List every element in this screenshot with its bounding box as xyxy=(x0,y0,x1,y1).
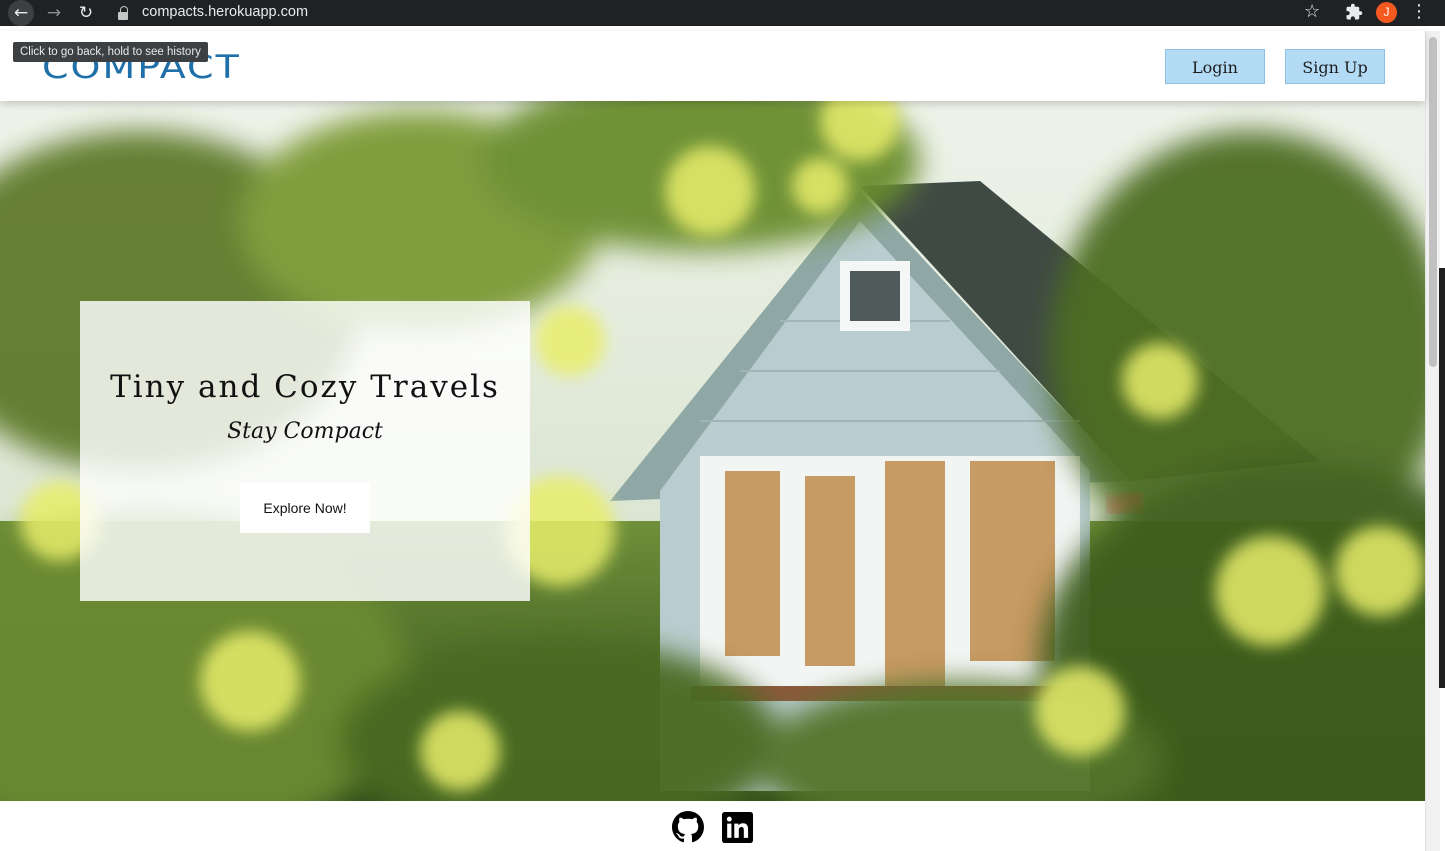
reload-button[interactable]: ↻ xyxy=(73,0,99,26)
hero-title: Tiny and Cozy Travels xyxy=(110,369,500,405)
hero-section: Tiny and Cozy Travels Stay Compact Explo… xyxy=(0,101,1425,801)
adjacent-window-edge xyxy=(1439,268,1445,688)
lock-icon xyxy=(118,6,128,20)
back-button[interactable]: ← xyxy=(8,0,34,26)
url-text[interactable]: compacts.herokuapp.com xyxy=(142,4,308,20)
back-button-tooltip: Click to go back, hold to see history xyxy=(13,42,208,62)
hero-subtitle: Stay Compact xyxy=(227,419,383,444)
signup-button[interactable]: Sign Up xyxy=(1285,49,1385,84)
linkedin-icon[interactable] xyxy=(722,812,753,843)
browser-toolbar: ← → ↻ compacts.herokuapp.com ☆ J ⋮ xyxy=(0,0,1445,26)
hero-card: Tiny and Cozy Travels Stay Compact Explo… xyxy=(80,301,530,601)
extensions-puzzle-icon[interactable] xyxy=(1345,3,1363,21)
bookmark-star-icon[interactable]: ☆ xyxy=(1304,1,1320,22)
profile-avatar[interactable]: J xyxy=(1376,2,1397,23)
site-footer xyxy=(0,801,1425,851)
github-icon[interactable] xyxy=(672,811,704,843)
explore-now-button[interactable]: Explore Now! xyxy=(240,483,370,533)
login-button[interactable]: Login xyxy=(1165,49,1265,84)
forward-button[interactable]: → xyxy=(41,0,67,26)
page-scrollbar[interactable] xyxy=(1425,31,1440,851)
browser-menu-icon[interactable]: ⋮ xyxy=(1410,1,1428,22)
scrollbar-thumb[interactable] xyxy=(1429,37,1437,367)
site-header: COMPACT Login Sign Up xyxy=(0,31,1425,101)
